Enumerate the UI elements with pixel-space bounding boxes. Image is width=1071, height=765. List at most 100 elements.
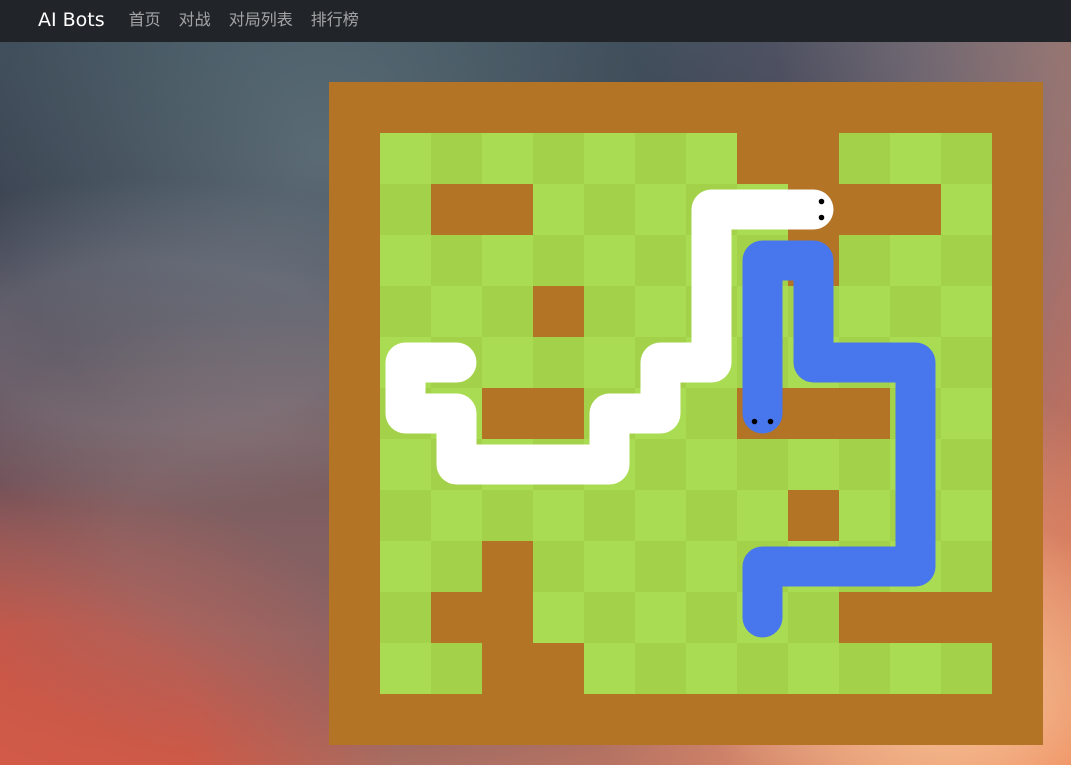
board-cell bbox=[941, 490, 992, 541]
brand-link[interactable]: AI Bots bbox=[38, 10, 105, 30]
nav-battle[interactable]: 对战 bbox=[179, 12, 211, 28]
wall-cell bbox=[431, 592, 482, 643]
board-cell bbox=[482, 133, 533, 184]
wall-cell bbox=[329, 541, 380, 592]
board-cell bbox=[737, 643, 788, 694]
board-cell bbox=[584, 133, 635, 184]
wall-cell bbox=[839, 184, 890, 235]
board-cell bbox=[431, 133, 482, 184]
wall-cell bbox=[329, 643, 380, 694]
board-cell bbox=[941, 643, 992, 694]
board-cell bbox=[686, 490, 737, 541]
wall-cell bbox=[482, 184, 533, 235]
wall-cell bbox=[533, 694, 584, 745]
board-cell bbox=[482, 490, 533, 541]
wall-cell bbox=[992, 184, 1043, 235]
board-cell bbox=[431, 235, 482, 286]
wall-cell bbox=[992, 133, 1043, 184]
board-cell bbox=[686, 592, 737, 643]
board-cell bbox=[890, 133, 941, 184]
board-cell bbox=[380, 235, 431, 286]
board-cell bbox=[380, 490, 431, 541]
board-cell bbox=[482, 286, 533, 337]
wall-cell bbox=[380, 82, 431, 133]
wall-cell bbox=[533, 643, 584, 694]
board-cell bbox=[380, 184, 431, 235]
wall-cell bbox=[992, 694, 1043, 745]
wall-cell bbox=[890, 82, 941, 133]
board-cell bbox=[635, 235, 686, 286]
wall-cell bbox=[431, 82, 482, 133]
board-cell bbox=[737, 439, 788, 490]
board-cell bbox=[941, 439, 992, 490]
wall-cell bbox=[941, 592, 992, 643]
board-cell bbox=[482, 337, 533, 388]
board-cell bbox=[839, 235, 890, 286]
board-cell bbox=[635, 541, 686, 592]
wall-cell bbox=[839, 388, 890, 439]
wall-cell bbox=[635, 694, 686, 745]
wall-cell bbox=[890, 592, 941, 643]
board-cell bbox=[839, 439, 890, 490]
nav-record-list[interactable]: 对局列表 bbox=[229, 12, 293, 28]
wall-cell bbox=[329, 133, 380, 184]
wall-cell bbox=[992, 439, 1043, 490]
game-board-canvas bbox=[329, 82, 1043, 745]
wall-cell bbox=[737, 82, 788, 133]
board-cell bbox=[635, 184, 686, 235]
nav-home[interactable]: 首页 bbox=[129, 12, 161, 28]
board-cell bbox=[380, 286, 431, 337]
wall-cell bbox=[533, 286, 584, 337]
board-cell bbox=[941, 133, 992, 184]
board-cell bbox=[890, 286, 941, 337]
board-cell bbox=[635, 643, 686, 694]
wall-cell bbox=[431, 694, 482, 745]
wall-cell bbox=[788, 133, 839, 184]
board-cell bbox=[890, 643, 941, 694]
board-cell bbox=[584, 337, 635, 388]
wall-cell bbox=[329, 337, 380, 388]
wall-cell bbox=[788, 82, 839, 133]
wall-cell bbox=[992, 643, 1043, 694]
board-cell bbox=[584, 286, 635, 337]
wall-cell bbox=[329, 439, 380, 490]
board-cell bbox=[941, 184, 992, 235]
board-cell bbox=[839, 643, 890, 694]
board-cell bbox=[584, 592, 635, 643]
board-cell bbox=[839, 286, 890, 337]
wall-cell bbox=[533, 388, 584, 439]
board-cell bbox=[533, 235, 584, 286]
board-cell bbox=[941, 541, 992, 592]
wall-cell bbox=[329, 235, 380, 286]
nav-menu: 首页 对战 对局列表 排行榜 bbox=[129, 12, 359, 28]
board-cell bbox=[380, 643, 431, 694]
blue-snake-eye-1 bbox=[751, 418, 758, 425]
board-cell bbox=[686, 541, 737, 592]
wall-cell bbox=[992, 82, 1043, 133]
board-cell bbox=[431, 541, 482, 592]
board-cell bbox=[686, 439, 737, 490]
wall-cell bbox=[482, 82, 533, 133]
board-cell bbox=[890, 235, 941, 286]
board-cell bbox=[584, 490, 635, 541]
wall-cell bbox=[584, 82, 635, 133]
board-cell bbox=[839, 133, 890, 184]
wall-cell bbox=[329, 388, 380, 439]
board-cell bbox=[941, 286, 992, 337]
wall-cell bbox=[482, 592, 533, 643]
wall-cell bbox=[533, 82, 584, 133]
board-cell bbox=[533, 490, 584, 541]
board-cell bbox=[635, 439, 686, 490]
wall-cell bbox=[992, 337, 1043, 388]
white-snake-eye-2 bbox=[818, 214, 825, 221]
wall-cell bbox=[329, 82, 380, 133]
board-cell bbox=[941, 337, 992, 388]
wall-cell bbox=[839, 694, 890, 745]
nav-ranklist[interactable]: 排行榜 bbox=[311, 12, 359, 28]
board-cell bbox=[686, 388, 737, 439]
board-cell bbox=[584, 541, 635, 592]
board-cell bbox=[431, 490, 482, 541]
wall-cell bbox=[329, 694, 380, 745]
board-cell bbox=[380, 541, 431, 592]
wall-cell bbox=[635, 82, 686, 133]
